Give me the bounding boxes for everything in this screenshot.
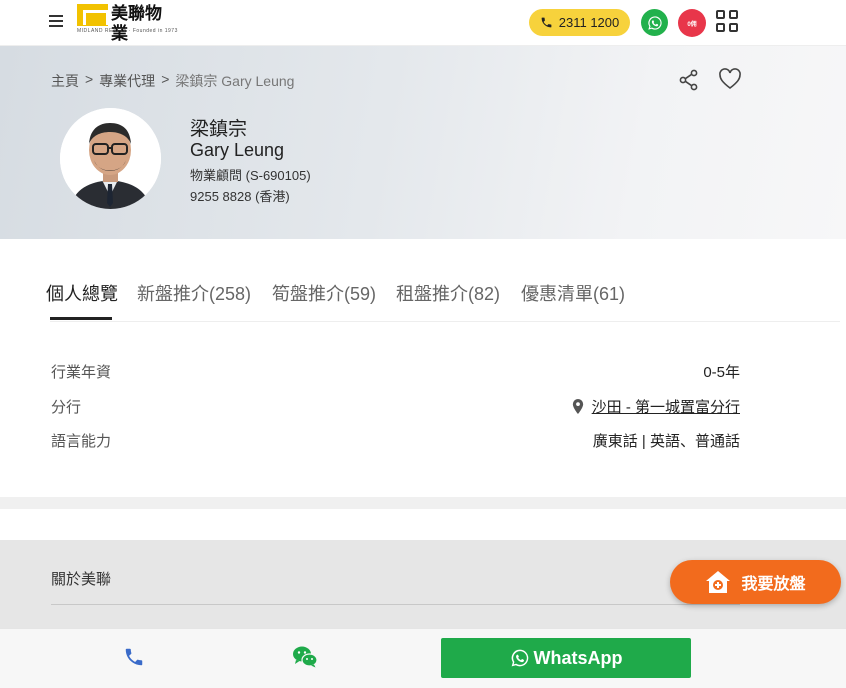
top-header: 美聯物業 MIDLAND REALTY · Founded in 1973 23… xyxy=(0,0,846,46)
midland-logo[interactable]: 美聯物業 MIDLAND REALTY · Founded in 1973 xyxy=(77,4,178,44)
list-property-button[interactable]: 我要放盤 xyxy=(670,560,841,604)
breadcrumb-current: 梁鎮宗 Gary Leung xyxy=(175,73,295,89)
whatsapp-label: WhatsApp xyxy=(533,647,623,668)
hotline-number: 2311 1200 xyxy=(558,15,620,30)
zero-commission-badge[interactable]: 0佣 xyxy=(678,9,706,37)
branch-link[interactable]: 沙田 - 第一城置富分行 xyxy=(592,396,740,417)
tab-rentals[interactable]: 租盤推介(82) xyxy=(396,280,500,306)
phone-icon[interactable] xyxy=(123,646,145,668)
whatsapp-button[interactable] xyxy=(641,9,668,36)
logo-subtitle: MIDLAND REALTY · Founded in 1973 xyxy=(77,28,178,34)
house-plus-icon xyxy=(706,571,731,593)
agent-info: 行業年資 0-5年 分行 沙田 - 第一城置富分行 語言能力 廣東話 | 英語、… xyxy=(0,322,846,497)
experience-label: 行業年資 xyxy=(51,363,112,381)
whatsapp-icon xyxy=(647,15,662,30)
tab-featured-sales[interactable]: 筍盤推介(59) xyxy=(272,280,376,306)
agent-phone[interactable]: 9255 8828 (香港) xyxy=(190,186,290,205)
agent-name-chinese: 梁鎮宗 xyxy=(190,119,248,140)
wechat-icon[interactable] xyxy=(292,645,318,669)
whatsapp-contact-button[interactable]: WhatsApp xyxy=(441,638,691,678)
language-label: 語言能力 xyxy=(51,432,112,450)
language-row: 語言能力 廣東話 | 英語、普通話 xyxy=(51,428,740,452)
agent-name-english: Gary Leung xyxy=(190,140,285,160)
language-value: 廣東話 | 英語、普通話 xyxy=(592,432,740,450)
tab-offers[interactable]: 優惠清單(61) xyxy=(521,280,625,306)
logo-text: 美聯物業 xyxy=(111,4,163,44)
agent-banner: 主頁 > 專業代理 > 梁鎮宗 Gary Leung 梁鎮宗 Gary Leun… xyxy=(0,46,846,239)
breadcrumb-home[interactable]: 主頁 xyxy=(51,71,79,91)
breadcrumb-separator: > xyxy=(161,71,170,87)
zero-commission-label: 0佣 xyxy=(687,21,697,28)
experience-row: 行業年資 0-5年 xyxy=(51,359,740,383)
branch-row: 分行 沙田 - 第一城置富分行 xyxy=(51,394,740,418)
heart-icon[interactable] xyxy=(718,68,742,90)
spacer xyxy=(0,509,846,540)
branch-value-wrapper: 沙田 - 第一城置富分行 xyxy=(572,396,740,417)
hotline-button[interactable]: 2311 1200 xyxy=(529,9,630,36)
share-icon[interactable] xyxy=(679,69,699,91)
menu-icon[interactable] xyxy=(49,15,63,29)
active-tab-indicator xyxy=(50,317,112,320)
whatsapp-icon xyxy=(511,649,528,667)
location-pin-icon xyxy=(572,398,583,414)
breadcrumb-separator: > xyxy=(85,71,94,87)
grid-icon[interactable] xyxy=(716,10,740,34)
agent-avatar xyxy=(60,108,161,209)
phone-icon xyxy=(541,17,552,28)
experience-value: 0-5年 xyxy=(703,363,740,381)
branch-label: 分行 xyxy=(51,398,82,416)
breadcrumb: 主頁 > 專業代理 > 梁鎮宗 Gary Leung xyxy=(51,71,294,91)
section-separator xyxy=(0,497,846,509)
about-divider xyxy=(51,604,740,605)
about-title[interactable]: 關於美聯 xyxy=(51,568,111,589)
tab-new-listings[interactable]: 新盤推介(258) xyxy=(137,280,251,306)
tab-overview[interactable]: 個人總覽 xyxy=(46,280,118,306)
bottom-contact-bar: WhatsApp xyxy=(0,628,846,688)
agent-title: 物業顧問 (S-690105) xyxy=(190,168,311,183)
breadcrumb-agents[interactable]: 專業代理 xyxy=(99,71,155,91)
agent-tabs: 個人總覽 新盤推介(258) 筍盤推介(59) 租盤推介(82) 優惠清單(61… xyxy=(0,239,846,322)
logo-mark xyxy=(77,4,110,26)
list-property-label: 我要放盤 xyxy=(741,576,806,593)
